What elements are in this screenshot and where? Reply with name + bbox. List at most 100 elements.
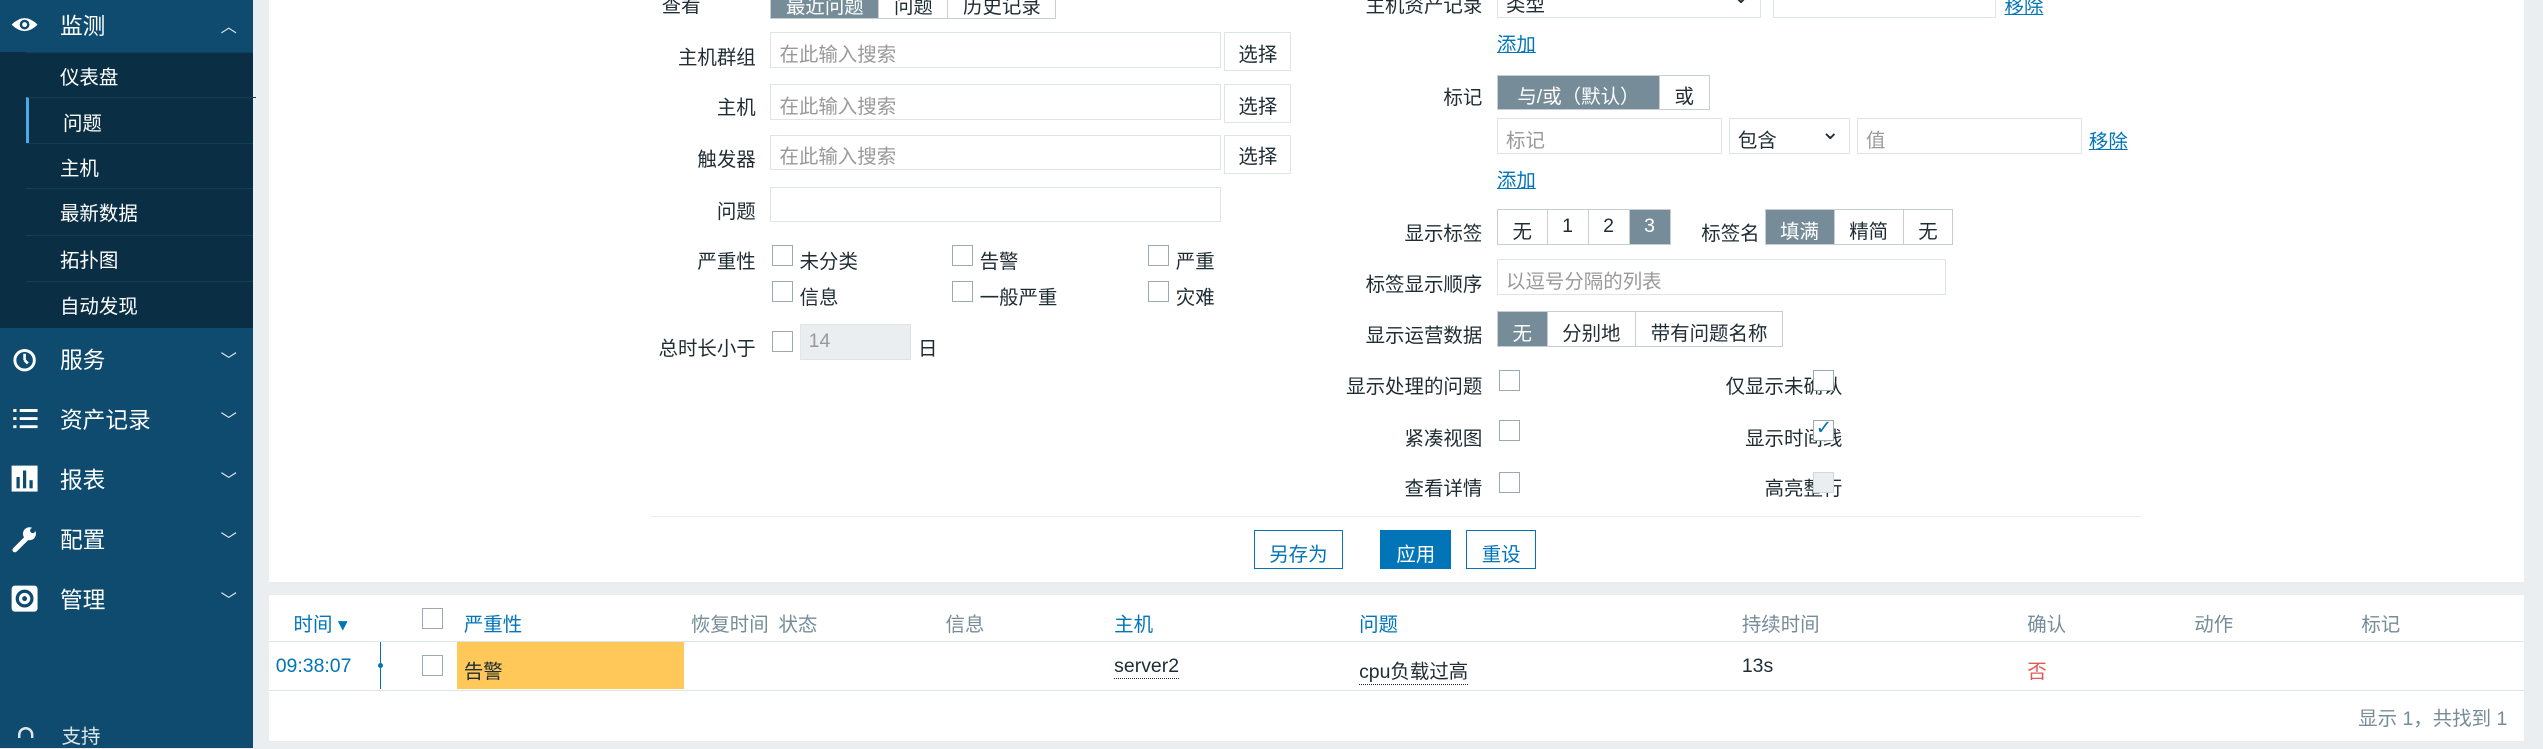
inventory-remove-link[interactable]: 移除 — [2005, 0, 2044, 19]
tag-value-input[interactable]: 值 — [1856, 118, 2083, 155]
trigger-select-button[interactable]: 选择 — [1224, 134, 1292, 174]
header-time[interactable]: 时间 ▾ — [294, 608, 348, 637]
nav-configuration[interactable]: 配置 ﹀ — [0, 509, 253, 567]
tags-mode-or[interactable]: 或 — [1659, 75, 1709, 110]
nav-inventory[interactable]: 资产记录 ﹀ — [0, 389, 253, 447]
age-label: 总时长小于 — [658, 338, 756, 361]
row-ack-link[interactable]: 否 — [2027, 655, 2046, 684]
show-tags-none[interactable]: 无 — [1497, 210, 1548, 244]
tag-remove-link[interactable]: 移除 — [2089, 125, 2128, 154]
hostgroup-select-button[interactable]: 选择 — [1224, 32, 1292, 72]
show-problems[interactable]: 问题 — [879, 0, 949, 19]
row-time-link[interactable]: 09:38:07 — [276, 655, 352, 678]
chevron-down-icon: ﹀ — [220, 532, 237, 551]
trigger-input[interactable]: 在此输入搜索 — [770, 134, 1222, 171]
age-checkbox[interactable] — [771, 330, 794, 352]
nav-latest-data[interactable]: 最新数据 — [25, 188, 253, 234]
show-suppressed-label: 显示处理的问题 — [1346, 375, 1483, 398]
host-label: 主机 — [716, 96, 756, 119]
host-input[interactable]: 在此输入搜索 — [770, 84, 1222, 120]
compact-view-checkbox[interactable] — [1498, 420, 1520, 442]
reset-button[interactable]: 重设 — [1466, 530, 1537, 570]
host-select-button[interactable]: 选择 — [1224, 84, 1292, 124]
tag-name-short[interactable]: 精简 — [1834, 210, 1904, 244]
show-opdata-segmented: 无 分别地 带有问题名称 — [1496, 311, 1783, 348]
severity-disaster-checkbox[interactable] — [1148, 280, 1170, 302]
nav-hosts[interactable]: 主机 — [25, 142, 253, 189]
header-ack: 确认 — [2027, 614, 2067, 637]
severity-not-classified-checkbox[interactable] — [771, 244, 794, 266]
show-history[interactable]: 历史记录 — [948, 0, 1056, 19]
header-duration: 持续时间 — [1741, 614, 1820, 637]
nav-inventory-label: 资产记录 — [60, 406, 151, 433]
tags-mode-segmented: 与/或（默认） 或 — [1496, 74, 1710, 111]
monitoring-submenu: 仪表盘 问题 主机 最新数据 拓扑图 自动发现 — [0, 51, 256, 328]
severity-high-checkbox[interactable] — [1148, 244, 1170, 266]
severity-average-label: 一般严重 — [979, 286, 1058, 309]
show-details-checkbox[interactable] — [1498, 471, 1520, 494]
tag-name-input[interactable]: 标记 — [1496, 118, 1723, 155]
list-icon — [12, 408, 38, 428]
row-problem-link[interactable]: cpu负载过高 — [1359, 655, 1469, 685]
show-timeline-checkbox[interactable] — [1813, 416, 1835, 442]
chevron-down-icon: ﹀ — [220, 472, 237, 491]
problem-input[interactable] — [770, 186, 1222, 223]
severity-warning-checkbox[interactable] — [951, 244, 974, 266]
row-checkbox[interactable] — [421, 654, 443, 676]
clock-icon — [13, 348, 36, 372]
nav-dashboard[interactable]: 仪表盘 — [25, 51, 253, 98]
table-stats: 显示 1，共找到 1 — [2358, 708, 2508, 731]
show-opdata-with-name[interactable]: 带有问题名称 — [1636, 312, 1782, 347]
row-host-link[interactable]: server2 — [1114, 655, 1180, 679]
apply-button[interactable]: 应用 — [1380, 530, 1452, 570]
table-row: 09:38:07 告警 server2 cpu负载过高 13s 否 — [269, 640, 2524, 692]
header-severity[interactable]: 严重性 — [464, 608, 522, 637]
highlight-row-checkbox[interactable] — [1813, 471, 1835, 494]
row-duration: 13s — [1741, 654, 1774, 677]
tag-name-none[interactable]: 无 — [1903, 210, 1953, 244]
tag-name-segmented: 填满 精简 无 — [1764, 209, 1954, 245]
show-recent-problems[interactable]: 最近问题 — [771, 0, 880, 19]
tag-name-full[interactable]: 填满 — [1765, 210, 1835, 244]
unack-only-checkbox[interactable] — [1813, 369, 1835, 391]
severity-average-checkbox[interactable] — [951, 280, 974, 302]
nav-support-label: 支持 — [61, 726, 101, 749]
severity-information-checkbox[interactable] — [771, 280, 794, 302]
show-opdata-none[interactable]: 无 — [1497, 312, 1548, 347]
nav-discovery[interactable]: 自动发现 — [25, 280, 253, 327]
show-opdata-label: 显示运营数据 — [1365, 325, 1483, 348]
select-all-checkbox[interactable] — [421, 608, 443, 630]
tag-add-link[interactable]: 添加 — [1497, 164, 1536, 193]
tag-operator-select[interactable]: 包含 — [1728, 118, 1851, 155]
header-problem[interactable]: 问题 — [1359, 608, 1398, 637]
nav-maps[interactable]: 拓扑图 — [25, 235, 253, 281]
inventory-value-input[interactable] — [1772, 0, 1997, 18]
nav-problems[interactable]: 问题 — [25, 97, 256, 144]
save-as-button[interactable]: 另存为 — [1253, 530, 1344, 570]
age-input[interactable]: 14 — [799, 324, 912, 361]
tag-priority-input[interactable]: 以逗号分隔的列表 — [1496, 259, 1947, 296]
gear-icon — [11, 585, 38, 612]
inventory-add-link[interactable]: 添加 — [1497, 28, 1536, 57]
nav-monitoring-label: 监测 — [60, 12, 106, 39]
show-tags-2[interactable]: 2 — [1588, 210, 1630, 244]
nav-administration[interactable]: 管理 ﹀ — [0, 569, 253, 627]
show-tags-3[interactable]: 3 — [1629, 210, 1670, 244]
header-tags: 标记 — [2361, 614, 2401, 637]
nav-reports[interactable]: 报表 ﹀ — [0, 449, 253, 507]
severity-information-label: 信息 — [799, 286, 839, 309]
chevron-down-icon: ﹀ — [220, 352, 237, 371]
show-tags-segmented: 无 1 2 3 — [1496, 209, 1671, 245]
nav-services[interactable]: 服务 ﹀ — [0, 329, 253, 387]
show-tags-1[interactable]: 1 — [1547, 210, 1589, 244]
tags-mode-and-or[interactable]: 与/或（默认） — [1497, 75, 1660, 110]
hostgroup-input[interactable]: 在此输入搜索 — [770, 32, 1222, 69]
nav-monitoring[interactable]: 监测 ︿ — [0, 0, 253, 54]
show-suppressed-checkbox[interactable] — [1498, 369, 1520, 391]
severity-disaster-label: 灾难 — [1175, 286, 1215, 309]
inventory-type-select[interactable]: 类型 — [1496, 0, 1762, 18]
header-host[interactable]: 主机 — [1114, 608, 1153, 637]
show-segmented: 最近问题 问题 历史记录 — [770, 0, 1057, 20]
show-opdata-separately[interactable]: 分别地 — [1547, 312, 1637, 347]
severity-label: 严重性 — [697, 250, 756, 273]
